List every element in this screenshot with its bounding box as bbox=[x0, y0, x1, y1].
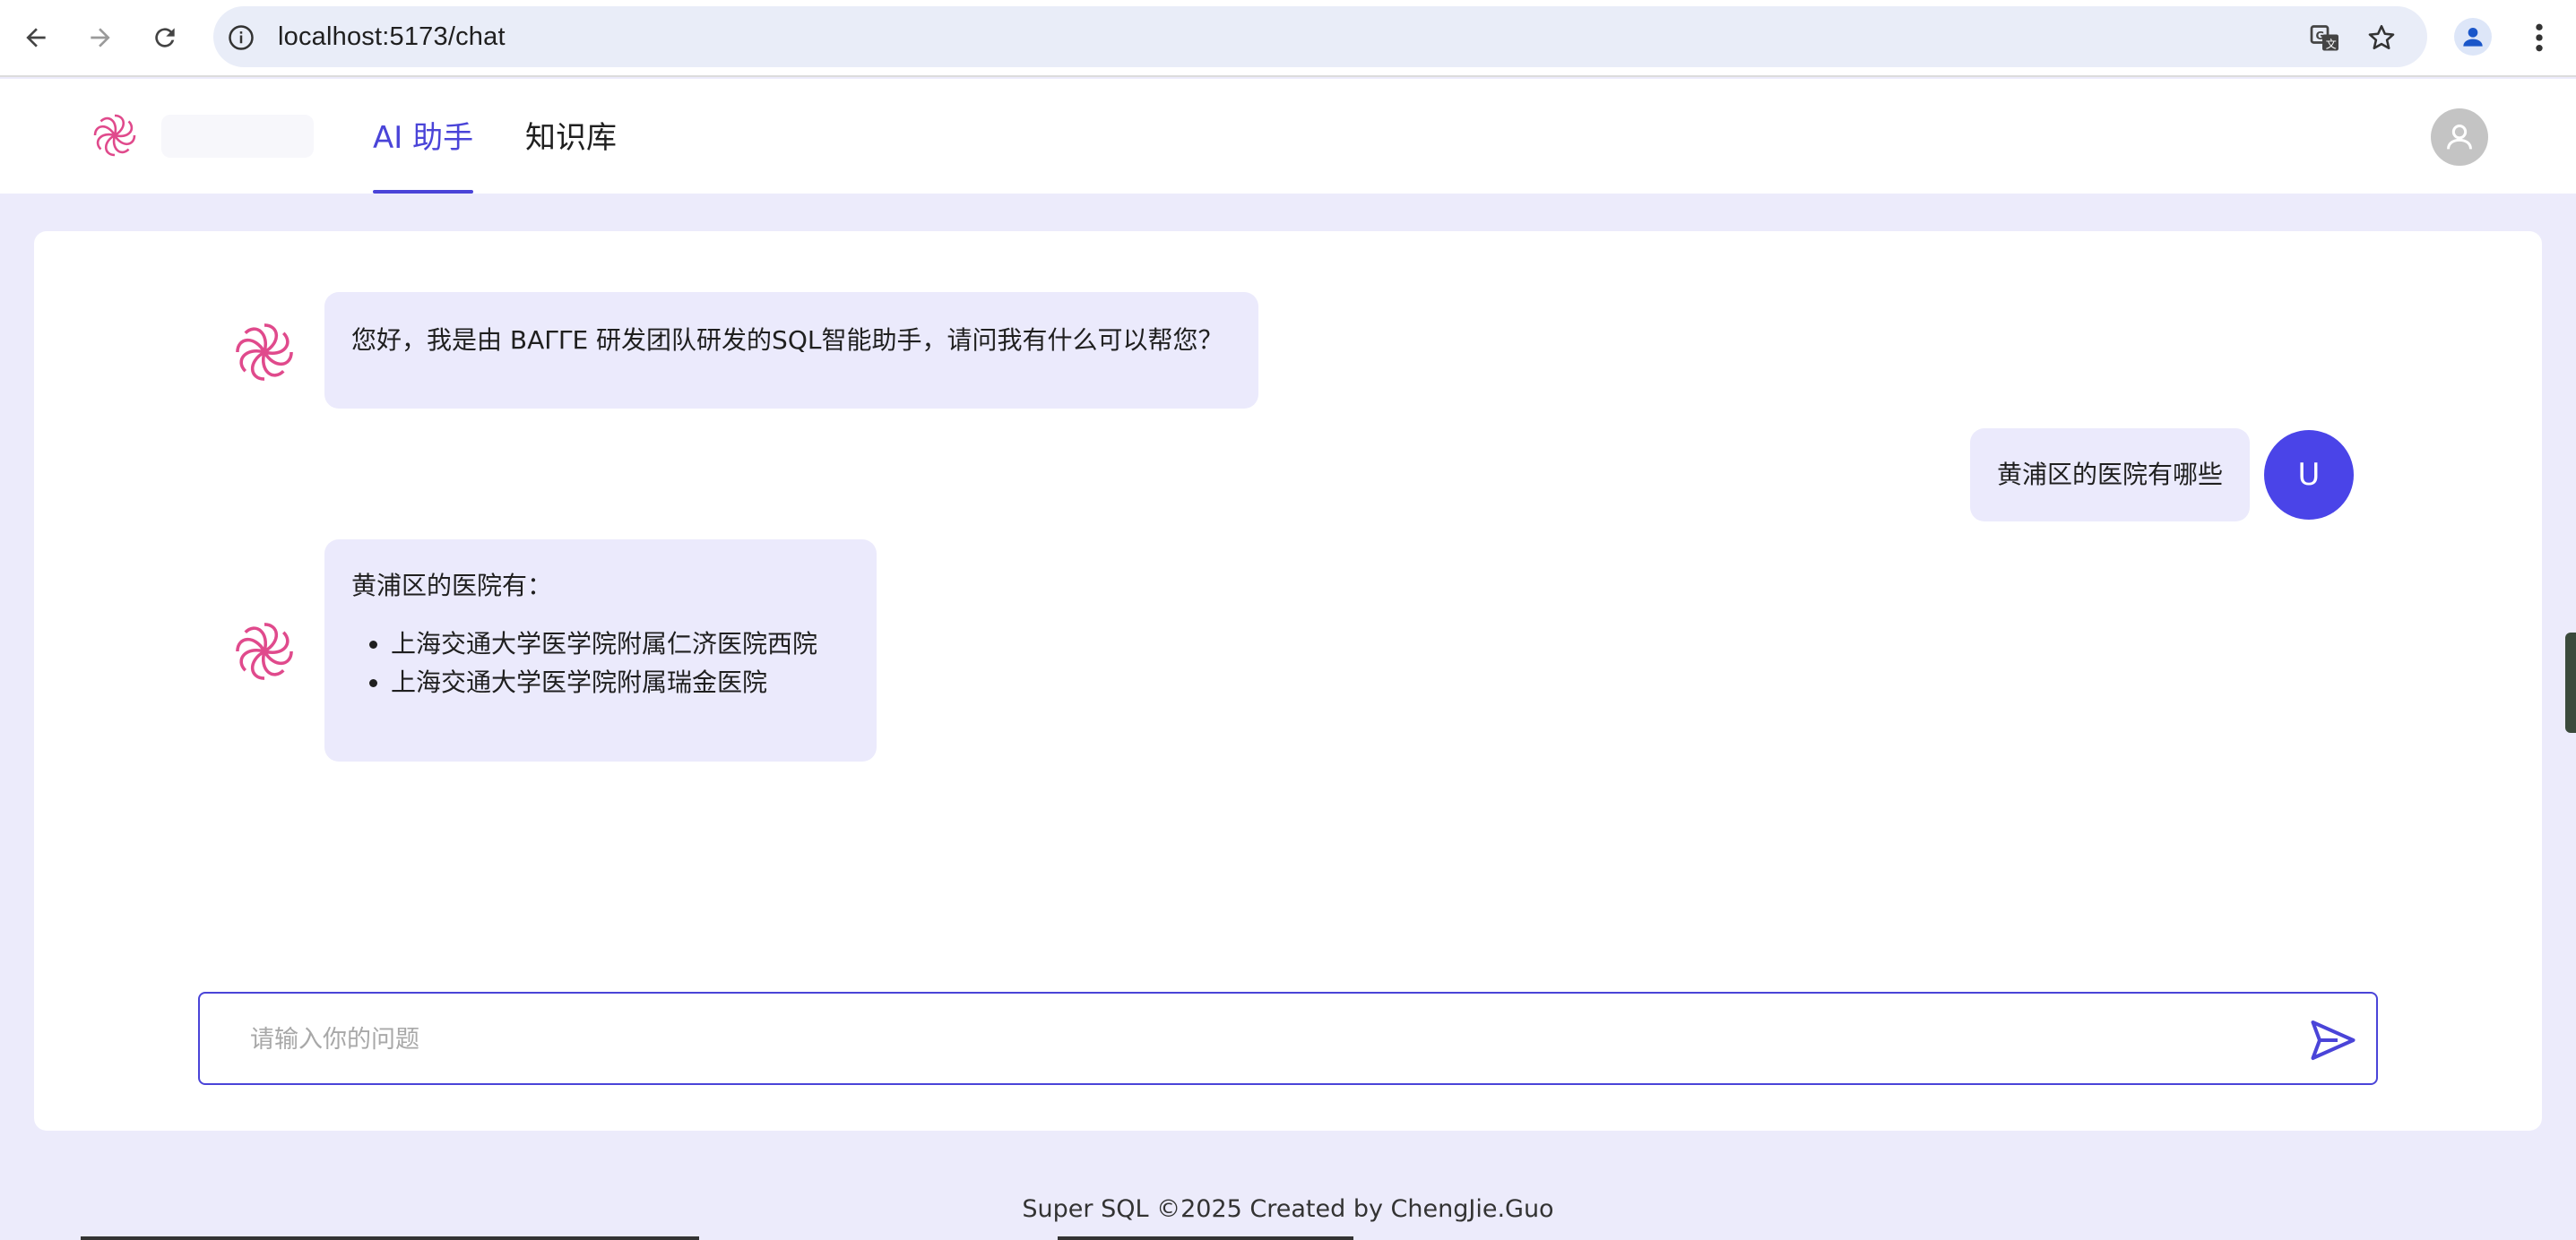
logo-icon[interactable] bbox=[88, 108, 142, 162]
user-message-bubble: 黄浦区的医院有哪些 bbox=[1970, 428, 2250, 521]
assistant-message-text: 您好，我是由 ΒΑΓΓΕ 研发团队研发的SQL智能助手，请问我有什么可以帮您？ bbox=[351, 325, 1223, 355]
assistant-message-bubble: 您好，我是由 ΒΑΓΓΕ 研发团队研发的SQL智能助手，请问我有什么可以帮您？ bbox=[324, 292, 1258, 409]
tab-ai-assistant[interactable]: AI 助手 bbox=[373, 113, 474, 194]
footer: Super SQL ©2025 Created by ChengJie.Guo bbox=[1022, 1195, 1554, 1223]
chat-input[interactable] bbox=[250, 1017, 2222, 1062]
reload-icon[interactable] bbox=[143, 16, 186, 59]
app-header: AI 助手 知识库 bbox=[0, 79, 2576, 194]
hospital-list: 上海交通大学医学院附属仁济医院西院 上海交通大学医学院附属瑞金医院 bbox=[351, 624, 850, 702]
assistant-avatar-icon bbox=[236, 623, 293, 680]
assistant-message-text: 黄浦区的医院有： bbox=[351, 571, 553, 600]
send-icon[interactable] bbox=[2306, 1013, 2360, 1067]
url-text[interactable]: localhost:5173/chat bbox=[278, 22, 506, 52]
scrollbar-handle[interactable] bbox=[2565, 633, 2576, 733]
browser-toolbar: localhost:5173/chat G 文 bbox=[0, 0, 2576, 77]
list-item: 上海交通大学医学院附属仁济医院西院 bbox=[391, 624, 850, 663]
user-message-text: 黄浦区的医院有哪些 bbox=[1997, 460, 2224, 489]
assistant-avatar-icon bbox=[236, 323, 293, 381]
divider bbox=[81, 1236, 699, 1240]
user-message-avatar: U bbox=[2264, 430, 2354, 520]
list-item: 上海交通大学医学院附属瑞金医院 bbox=[391, 663, 850, 702]
assistant-message-bubble: 黄浦区的医院有： 上海交通大学医学院附属仁济医院西院 上海交通大学医学院附属瑞金… bbox=[324, 539, 877, 762]
forward-arrow-icon[interactable] bbox=[79, 16, 122, 59]
info-icon[interactable] bbox=[228, 24, 255, 51]
back-arrow-icon[interactable] bbox=[14, 16, 57, 59]
address-bar[interactable]: localhost:5173/chat G 文 bbox=[213, 6, 2427, 67]
star-icon[interactable] bbox=[2366, 22, 2397, 53]
user-icon bbox=[2447, 125, 2472, 150]
logo-wordmark bbox=[161, 115, 314, 158]
chat-input-container bbox=[198, 992, 2378, 1085]
profile-icon[interactable] bbox=[2454, 18, 2492, 56]
tab-knowledge-base[interactable]: 知识库 bbox=[525, 113, 617, 194]
chat-panel: 您好，我是由 ΒΑΓΓΕ 研发团队研发的SQL智能助手，请问我有什么可以帮您？ … bbox=[34, 231, 2542, 1131]
divider bbox=[1058, 1236, 1353, 1240]
user-avatar[interactable] bbox=[2431, 108, 2488, 166]
more-vert-icon[interactable] bbox=[2526, 20, 2553, 56]
svg-text:文: 文 bbox=[2326, 38, 2337, 51]
translate-icon[interactable]: G 文 bbox=[2309, 22, 2341, 55]
